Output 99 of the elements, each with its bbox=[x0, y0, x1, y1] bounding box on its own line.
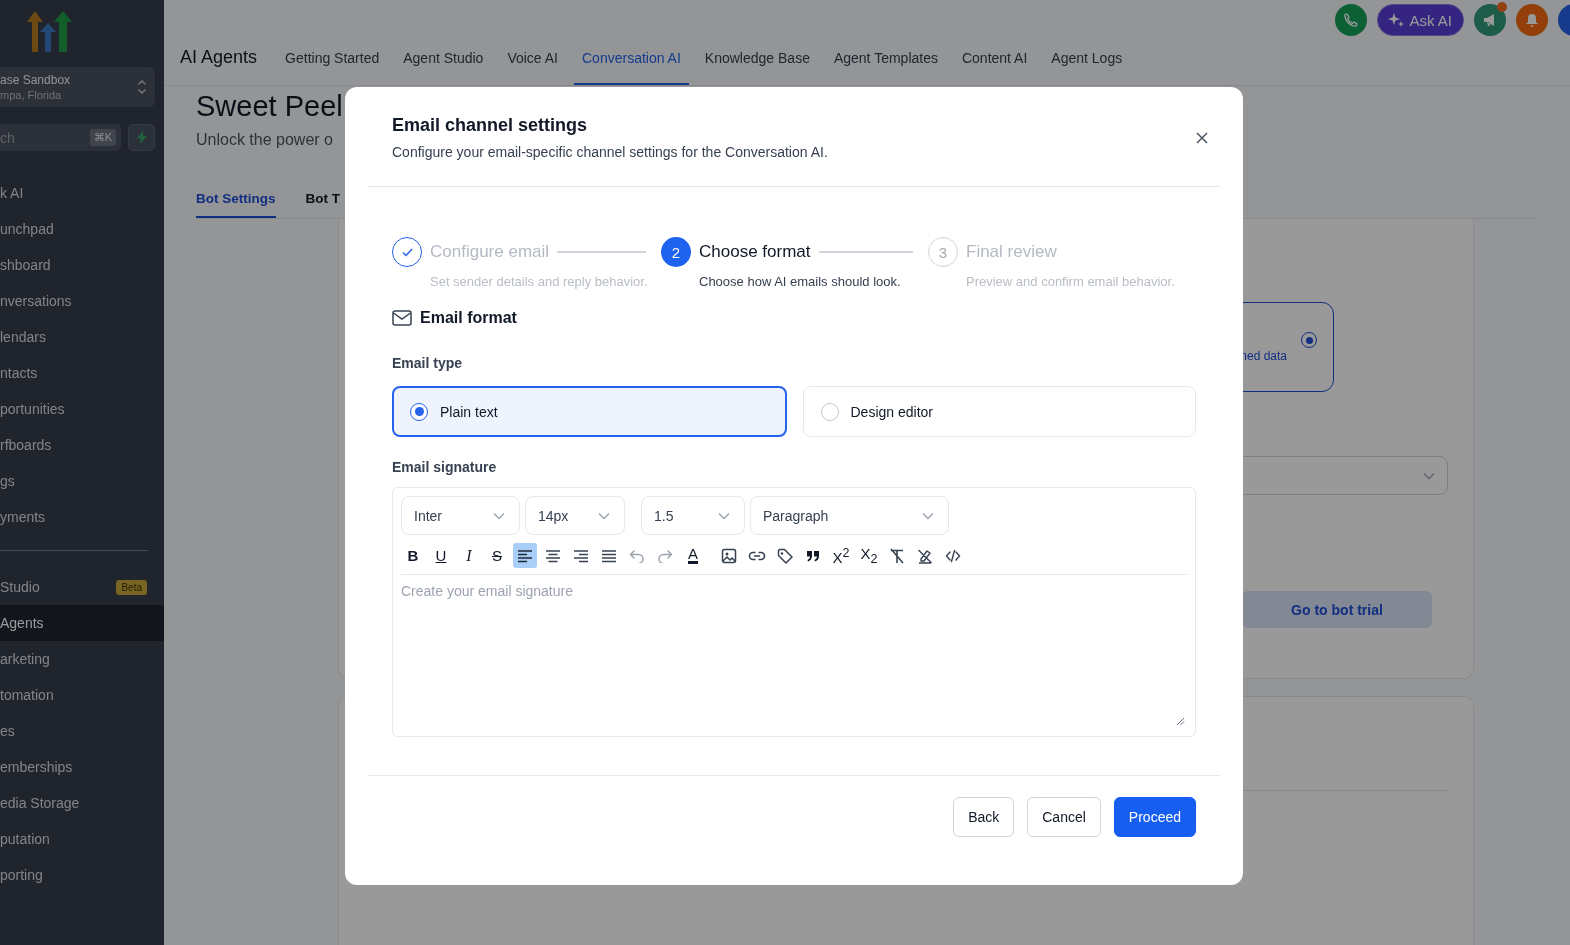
notifications-button[interactable] bbox=[1516, 4, 1548, 36]
sidebar-item[interactable]: portunities bbox=[0, 391, 164, 427]
account-switcher[interactable]: ase Sandbox mpa, Florida bbox=[0, 67, 155, 107]
chevron-down-icon bbox=[718, 511, 730, 520]
sidebar-item[interactable]: k AI bbox=[0, 175, 164, 211]
align-left-icon bbox=[517, 548, 533, 563]
check-icon bbox=[401, 247, 413, 257]
align-center-icon bbox=[545, 548, 561, 563]
beta-badge: Beta bbox=[116, 579, 147, 595]
radio-option[interactable]: Design editor bbox=[802, 386, 1196, 437]
step-description: Set sender details and reply behavior. bbox=[430, 274, 649, 289]
step-description: Preview and confirm email behavior. bbox=[966, 274, 1176, 289]
sidebar-item[interactable]: Agents bbox=[0, 605, 164, 641]
sidebar-item[interactable]: yments bbox=[0, 499, 164, 535]
ask-ai-button[interactable]: Ask AI bbox=[1377, 4, 1464, 36]
lightning-icon bbox=[136, 131, 147, 144]
subscript-button[interactable]: X$_{2}$ bbox=[857, 543, 881, 568]
nav-tab[interactable]: Agent Studio bbox=[403, 36, 484, 85]
redo-icon bbox=[657, 548, 673, 563]
crossed-pen-icon bbox=[917, 547, 933, 564]
quote-icon bbox=[806, 549, 820, 562]
format-select[interactable]: Inter bbox=[401, 496, 520, 535]
text-color-button[interactable]: A bbox=[681, 543, 705, 568]
sidebar-item[interactable]: lendars bbox=[0, 319, 164, 355]
align-left-button[interactable] bbox=[513, 543, 537, 568]
page-tab[interactable]: Bot T bbox=[305, 183, 340, 218]
sidebar-item[interactable]: unchpad bbox=[0, 211, 164, 247]
italic-button[interactable]: I bbox=[457, 543, 481, 568]
close-icon[interactable] bbox=[1196, 132, 1208, 144]
bot-trial-button[interactable]: Go to bot trial bbox=[1242, 591, 1432, 628]
step-label: Choose format bbox=[699, 242, 811, 262]
secondary-button[interactable]: Cancel bbox=[1027, 797, 1101, 837]
justify-icon bbox=[601, 548, 617, 563]
step-description: Choose how AI emails should look. bbox=[699, 274, 902, 289]
sidebar-item[interactable]: arketing bbox=[0, 641, 164, 677]
sidebar-item[interactable]: emberships bbox=[0, 749, 164, 785]
signature-editor[interactable]: Inter 14px 1.5 Paragraph B U I S A X$^{2}$ X$_{2}$ Create your email signature bbox=[392, 487, 1196, 737]
dialog-subtitle: Configure your email-specific channel settings for the Conversation AI. bbox=[392, 144, 828, 160]
page-subtitle: Unlock the power o bbox=[196, 131, 333, 149]
resize-handle-icon[interactable] bbox=[1176, 717, 1185, 726]
superscript-button[interactable]: X$^{2}$ bbox=[829, 543, 853, 568]
radio-option[interactable]: Plain text bbox=[392, 386, 787, 437]
secondary-button[interactable]: Back bbox=[953, 797, 1015, 837]
envelope-icon bbox=[392, 310, 412, 326]
sidebar-item[interactable]: putation bbox=[0, 821, 164, 857]
page-tab[interactable]: Bot Settings bbox=[196, 183, 276, 218]
phone-icon bbox=[1344, 13, 1359, 27]
nav-tab[interactable]: Content AI bbox=[961, 36, 1028, 85]
bell-icon bbox=[1525, 12, 1539, 28]
section-title: Email format bbox=[420, 309, 517, 327]
format-select[interactable]: 14px bbox=[525, 496, 625, 535]
sparkle-icon bbox=[1388, 12, 1405, 28]
sidebar-item[interactable]: es bbox=[0, 713, 164, 749]
sidebar-item[interactable]: ntacts bbox=[0, 355, 164, 391]
nav-tab[interactable]: Agent Templates bbox=[833, 36, 938, 85]
proceed-button[interactable]: Proceed bbox=[1113, 797, 1196, 837]
align-right-icon bbox=[573, 548, 589, 563]
signature-placeholder: Create your email signature bbox=[401, 583, 574, 599]
notification-dot bbox=[1497, 2, 1507, 12]
tag-icon bbox=[777, 547, 793, 564]
chevron-down-icon bbox=[598, 511, 610, 520]
chevron-up-down-icon bbox=[137, 79, 147, 95]
sidebar-item[interactable]: gs bbox=[0, 463, 164, 499]
nav-tab[interactable]: Agent Logs bbox=[1051, 36, 1123, 85]
nav-tab[interactable]: Getting Started bbox=[285, 36, 380, 85]
sidebar-item[interactable]: edia Storage bbox=[0, 785, 164, 821]
sidebar-item[interactable]: porting bbox=[0, 857, 164, 893]
step-label: Final review bbox=[966, 242, 1057, 262]
sidebar-item[interactable]: tomation bbox=[0, 677, 164, 713]
step-indicator: 2 bbox=[661, 237, 691, 267]
nav-tab[interactable]: Conversation AI bbox=[574, 36, 689, 85]
bold-button[interactable]: B bbox=[401, 543, 425, 568]
shortcut-hint: ⌘K bbox=[89, 129, 116, 146]
chevron-down-icon bbox=[1423, 471, 1435, 480]
strikethrough-button[interactable]: S bbox=[485, 543, 509, 568]
link-icon bbox=[748, 549, 766, 562]
field-label: Email signature bbox=[392, 459, 498, 475]
step-label: Configure email bbox=[430, 242, 550, 262]
nav-tab[interactable]: Knowledge Base bbox=[704, 36, 810, 85]
format-select[interactable]: 1.5 bbox=[641, 496, 745, 535]
page-title: Sweet Peel bbox=[196, 90, 343, 123]
chevron-down-icon bbox=[493, 511, 505, 520]
code-icon bbox=[945, 548, 961, 563]
sidebar-item[interactable]: Studio Beta bbox=[0, 569, 164, 605]
sidebar-item[interactable]: nversations bbox=[0, 283, 164, 319]
phone-button[interactable] bbox=[1335, 4, 1368, 36]
announcements-button[interactable] bbox=[1474, 4, 1506, 36]
sidebar-item[interactable]: rfboards bbox=[0, 427, 164, 463]
app-title: AI Agents bbox=[180, 47, 258, 69]
clear-format-icon bbox=[889, 547, 905, 564]
dialog-title: Email channel settings bbox=[392, 115, 589, 136]
sidebar-item[interactable]: shboard bbox=[0, 247, 164, 283]
underline-button[interactable]: U bbox=[429, 543, 453, 568]
field-label: Email type bbox=[392, 355, 464, 371]
nav-tab[interactable]: Voice AI bbox=[507, 36, 558, 85]
image-icon bbox=[721, 547, 737, 564]
chevron-down-icon bbox=[922, 511, 934, 520]
undo-icon bbox=[629, 548, 645, 563]
format-select[interactable]: Paragraph bbox=[750, 496, 949, 535]
